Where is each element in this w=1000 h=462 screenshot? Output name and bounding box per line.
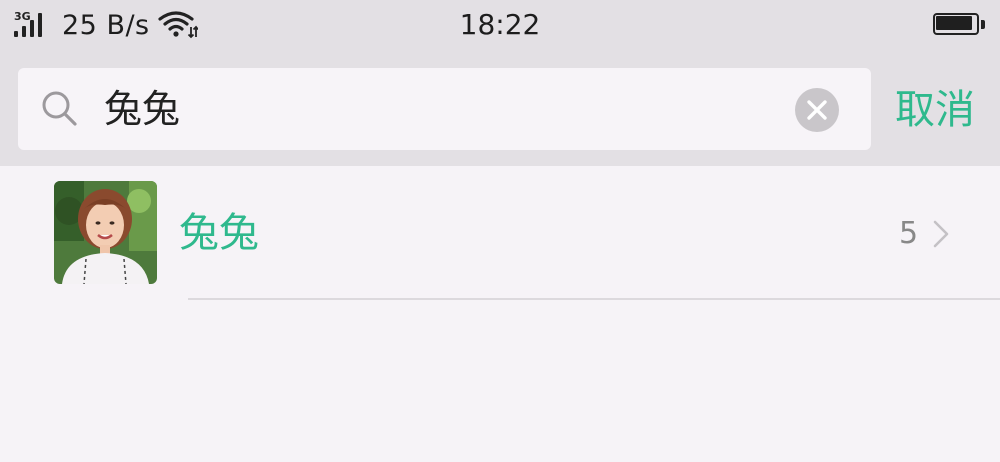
search-bar: 兔兔 取消 (0, 52, 1000, 166)
status-bar: 3G 25 B/s 18:22 (0, 0, 1000, 52)
avatar (54, 181, 157, 284)
list-item[interactable]: 兔兔 5 (0, 166, 1000, 300)
clear-button[interactable] (795, 88, 839, 132)
battery-icon (933, 13, 985, 37)
search-query: 兔兔 (104, 87, 181, 131)
search-icon (42, 91, 77, 126)
chevron-right-icon (933, 220, 949, 248)
divider (188, 298, 1000, 300)
result-name: 兔兔 (179, 210, 259, 256)
result-count: 5 (899, 216, 919, 251)
clear-icon (807, 100, 827, 120)
cancel-button[interactable]: 取消 (895, 82, 975, 138)
clock: 18:22 (459, 8, 541, 41)
search-input[interactable]: 兔兔 (18, 68, 871, 150)
